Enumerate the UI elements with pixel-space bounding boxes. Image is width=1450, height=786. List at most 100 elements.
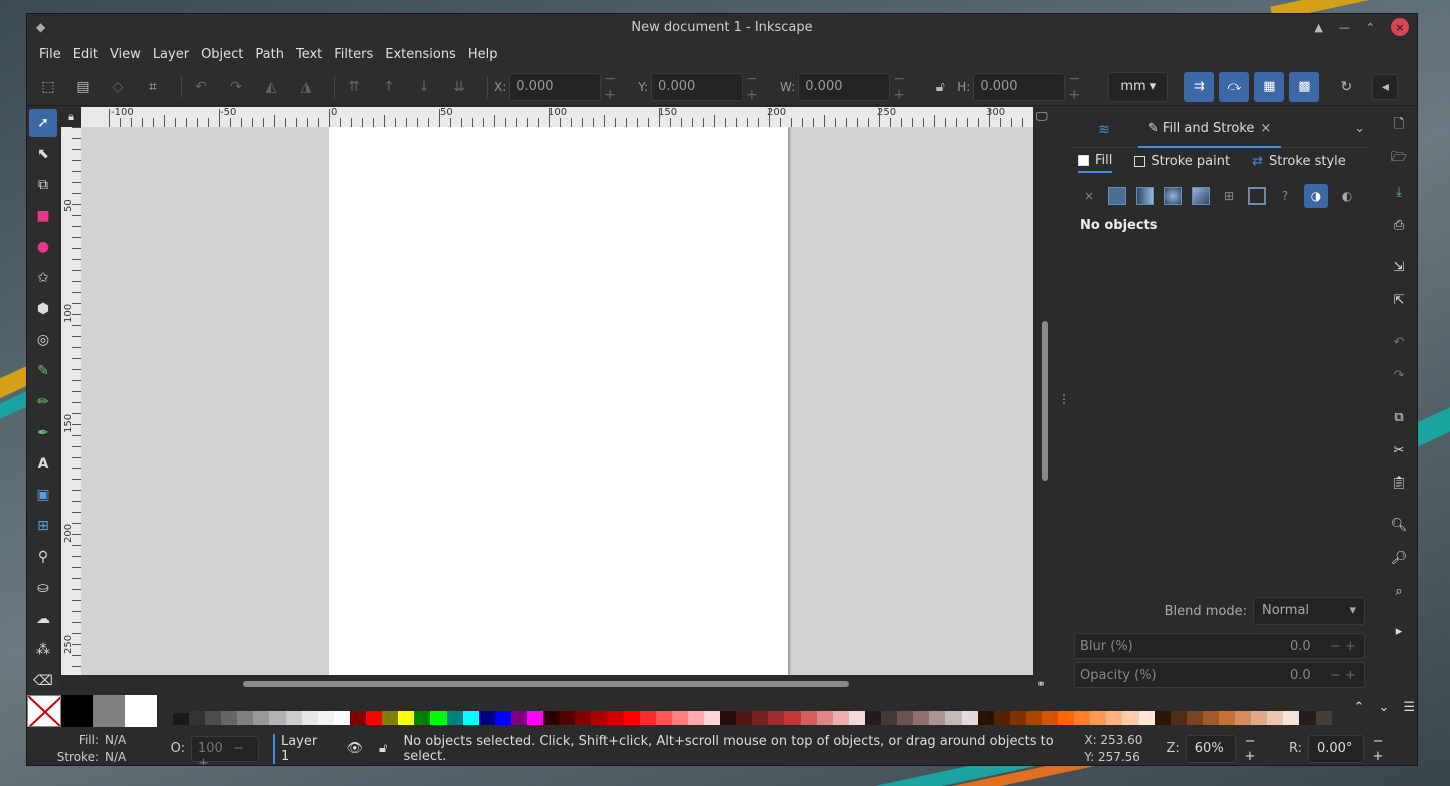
color-swatch[interactable] — [462, 711, 479, 725]
dock-resize-handle-icon[interactable]: ⋮ — [1058, 392, 1070, 406]
toolbar-overflow-icon[interactable]: ◂ — [1372, 73, 1399, 100]
dropper-tool-icon[interactable]: ⚲ — [29, 543, 57, 571]
color-swatch[interactable] — [317, 711, 334, 725]
color-swatch[interactable] — [1251, 711, 1268, 725]
tab-stroke-style[interactable]: ⇄ Stroke style — [1252, 154, 1346, 172]
color-swatch[interactable] — [591, 711, 608, 725]
color-management-icon[interactable]: ⚭ — [1036, 677, 1056, 695]
color-swatch[interactable] — [816, 711, 833, 725]
color-swatch[interactable] — [1267, 711, 1284, 725]
rotation-stepper[interactable]: −+ — [1372, 734, 1405, 764]
palette-menu-icon[interactable]: ☰ — [1403, 700, 1415, 715]
select-all-layers-icon[interactable]: ▤ — [70, 74, 96, 100]
scale-corners-button[interactable]: ⤼ — [1219, 71, 1250, 102]
color-swatch[interactable] — [301, 711, 318, 725]
spray-tool-icon[interactable]: ⁂ — [29, 636, 57, 664]
horizontal-scrollbar[interactable] — [243, 681, 849, 687]
linear-gradient-icon[interactable] — [1136, 187, 1154, 205]
menu-extensions[interactable]: Extensions — [379, 47, 462, 62]
radial-gradient-icon[interactable] — [1164, 187, 1182, 205]
3d-box-tool-icon[interactable]: ⬢ — [29, 295, 57, 323]
color-swatch[interactable] — [945, 711, 962, 725]
mesh-tool-icon[interactable]: ⊞ — [29, 512, 57, 540]
menu-view[interactable]: View — [104, 47, 147, 62]
lower-icon[interactable]: ↓ — [411, 74, 437, 100]
color-swatch[interactable] — [1074, 711, 1091, 725]
color-swatch[interactable] — [221, 711, 238, 725]
fill-stroke-indicator[interactable]: Fill: N/A Stroke: N/A — [27, 732, 135, 766]
paint-bucket-tool-icon[interactable]: ⛀ — [29, 574, 57, 602]
flip-horizontal-icon[interactable]: ◭ — [258, 74, 284, 100]
snap-icon[interactable]: ↻ — [1333, 74, 1359, 100]
color-swatch[interactable] — [430, 711, 447, 725]
fill-rule-nonzero-icon[interactable]: ◑ — [1304, 184, 1328, 208]
gradient-tool-icon[interactable]: ▣ — [29, 481, 57, 509]
color-swatch[interactable] — [237, 711, 254, 725]
horizontal-ruler[interactable]: -100 -50 0 50 100 150 200 250 300 — [81, 107, 1033, 127]
y-stepper[interactable]: −+ — [746, 71, 776, 103]
color-swatch[interactable] — [1186, 711, 1203, 725]
color-swatch[interactable] — [655, 711, 672, 725]
color-swatch[interactable] — [1090, 711, 1107, 725]
text-tool-icon[interactable]: A — [29, 450, 57, 478]
color-swatch[interactable] — [285, 711, 302, 725]
blur-spinbox[interactable]: Blur (%) 0.0 −+ — [1074, 633, 1365, 659]
color-swatch[interactable] — [1202, 711, 1219, 725]
close-tab-icon[interactable]: × — [1260, 121, 1271, 136]
tweak-tool-icon[interactable]: ☁ — [29, 605, 57, 633]
unset-paint-icon[interactable]: ? — [1276, 187, 1294, 205]
palette-scroll-up-icon[interactable]: ⌃ — [1354, 700, 1365, 715]
move-patterns-button[interactable]: ▩ — [1289, 71, 1320, 102]
color-swatch[interactable] — [414, 711, 431, 725]
minimize-icon[interactable]: — — [1339, 21, 1350, 34]
color-swatch[interactable] — [800, 711, 817, 725]
color-swatch[interactable] — [1315, 711, 1332, 725]
current-layer-label[interactable]: Layer 1 — [272, 733, 329, 764]
width-input[interactable]: 0.000 — [798, 72, 891, 101]
layers-tab-icon[interactable]: ≋ — [1070, 122, 1138, 138]
zoom-page-icon[interactable]: ⌕ — [1385, 577, 1413, 605]
document-page[interactable] — [329, 127, 788, 675]
menu-help[interactable]: Help — [462, 47, 504, 62]
pencil-tool-icon[interactable]: ✏ — [29, 388, 57, 416]
unit-select[interactable]: mm ▾ — [1108, 71, 1169, 102]
flip-vertical-icon[interactable]: ◮ — [293, 74, 319, 100]
color-swatch[interactable] — [832, 711, 849, 725]
mesh-gradient-icon[interactable] — [1192, 187, 1210, 205]
eraser-tool-icon[interactable]: ⌫ — [29, 667, 57, 695]
color-swatch[interactable] — [1106, 711, 1123, 725]
color-swatch[interactable] — [623, 711, 640, 725]
color-swatch[interactable] — [961, 711, 978, 725]
node-tool-icon[interactable]: ⬉ — [29, 140, 57, 168]
zoom-selection-icon[interactable]: 🔍︎ — [1385, 511, 1413, 539]
bezier-tool-icon[interactable]: ✎ — [29, 357, 57, 385]
palette-scroll-down-icon[interactable]: ⌄ — [1378, 700, 1389, 715]
open-file-icon[interactable]: 🗁︎ — [1385, 145, 1413, 173]
export-icon[interactable]: ⇱ — [1385, 286, 1413, 314]
menu-path[interactable]: Path — [249, 47, 290, 62]
save-icon[interactable]: ⤓ — [1385, 178, 1413, 206]
zoom-input[interactable]: 60% — [1185, 734, 1237, 763]
color-swatch[interactable] — [1122, 711, 1139, 725]
zoom-stepper[interactable]: −+ — [1244, 734, 1276, 764]
keep-above-icon[interactable]: ▲ — [1314, 21, 1322, 34]
close-window-icon[interactable]: × — [1391, 18, 1409, 36]
swatch-icon[interactable] — [1248, 187, 1266, 205]
lock-ratio-icon[interactable]: 🔓︎ — [927, 74, 953, 100]
tab-fill-and-stroke[interactable]: ✎ Fill and Stroke × — [1138, 112, 1282, 148]
color-swatch[interactable] — [205, 711, 222, 725]
opacity-input[interactable]: 100 −+ — [190, 735, 259, 765]
guide-lock-icon[interactable]: 🔒︎ — [61, 107, 81, 127]
color-swatch[interactable] — [864, 711, 882, 725]
color-swatch[interactable] — [881, 711, 898, 725]
select-all-icon[interactable]: ⬚ — [35, 74, 61, 100]
blend-mode-select[interactable]: Normal ▾ — [1253, 597, 1365, 625]
rotate-ccw-icon[interactable]: ↶ — [188, 74, 214, 100]
color-swatch[interactable] — [494, 711, 511, 725]
color-swatch[interactable] — [784, 711, 801, 725]
calligraphy-tool-icon[interactable]: ✒ — [29, 419, 57, 447]
color-swatch[interactable] — [125, 695, 157, 727]
color-swatch[interactable] — [575, 711, 592, 725]
color-swatch[interactable] — [510, 711, 527, 725]
color-swatch[interactable] — [897, 711, 914, 725]
